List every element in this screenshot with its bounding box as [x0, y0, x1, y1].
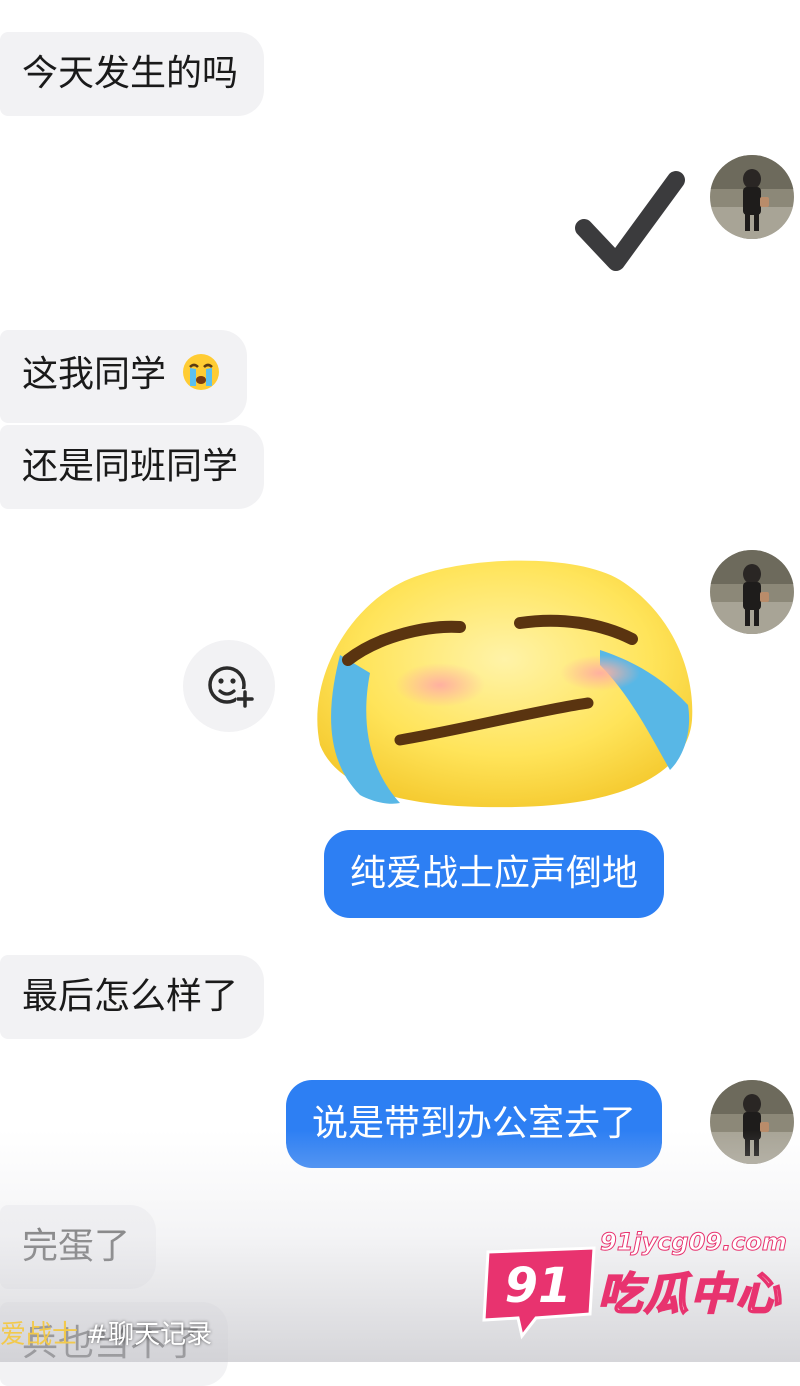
message-incoming-7[interactable]: 最后怎么样了 [0, 955, 265, 1039]
message-text: 最后怎么样了 [22, 976, 239, 1017]
watermark-name: 吃瓜中心 [597, 1268, 782, 1321]
message-text: 今天发生的吗 [22, 53, 239, 94]
message-text: 还是同班同学 [22, 446, 239, 487]
message-text: 纯爱战士应声倒地 [350, 853, 639, 894]
watermark-url: 91jycg09.com [600, 1228, 788, 1257]
watermark-logo: 91 [478, 1244, 600, 1344]
add-reaction-button[interactable] [183, 640, 275, 732]
message-text: 这我同学 [22, 354, 167, 395]
watermark-badge-text: 91 [505, 1258, 572, 1314]
message-incoming-4[interactable]: 还是同班同学 [0, 425, 265, 509]
avatar[interactable] [710, 155, 794, 239]
caption-hashtag[interactable]: #聊天记录 [86, 1320, 212, 1350]
avatar[interactable] [710, 1080, 794, 1164]
avatar[interactable] [710, 550, 794, 634]
message-outgoing-8[interactable]: 说是带到办公室去了 [286, 1080, 663, 1168]
video-caption: 爱战士 #聊天记录 [0, 1318, 212, 1352]
loudly-crying-face-icon [181, 352, 221, 401]
message-incoming-3[interactable]: 这我同学 [0, 330, 248, 423]
crying-face-sticker[interactable] [300, 555, 700, 819]
add-emoji-reaction-icon [208, 666, 254, 708]
message-incoming-9[interactable]: 完蛋了 [0, 1205, 157, 1289]
message-text: 说是带到办公室去了 [312, 1103, 637, 1144]
message-text: 完蛋了 [22, 1226, 131, 1267]
message-outgoing-6[interactable]: 纯爱战士应声倒地 [324, 830, 665, 918]
check-mark-icon[interactable] [574, 168, 686, 280]
message-incoming-1[interactable]: 今天发生的吗 [0, 32, 265, 116]
caption-user[interactable]: 爱战士 [0, 1320, 78, 1350]
